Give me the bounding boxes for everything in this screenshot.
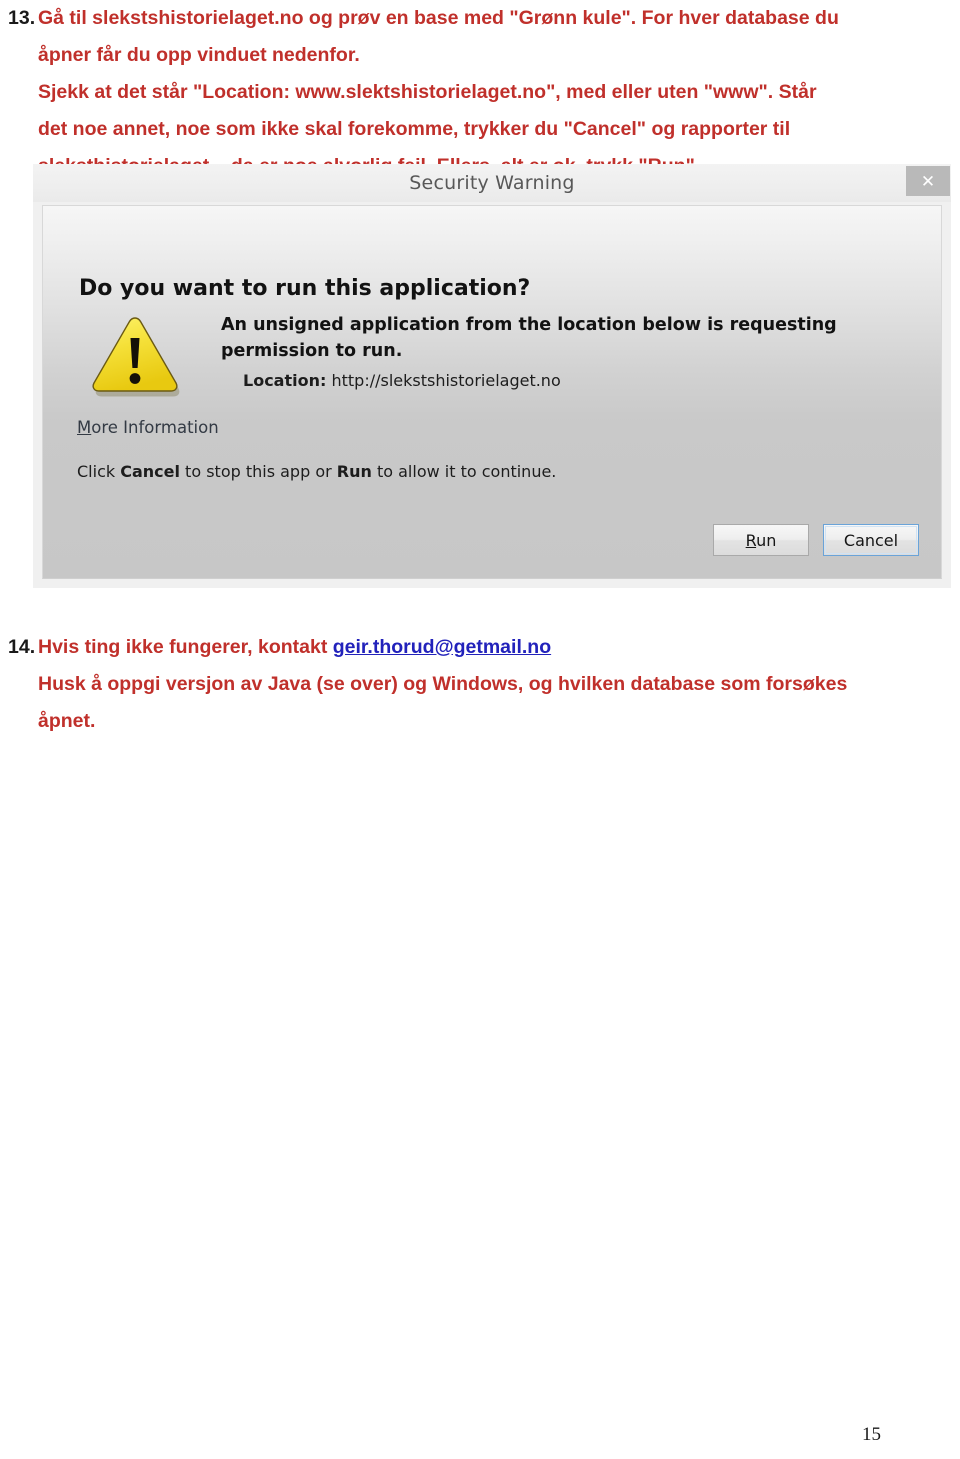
dialog-title-bar: Security Warning ✕ [33, 164, 951, 202]
more-information-link[interactable]: More Information [77, 418, 219, 437]
page-number: 15 [862, 1424, 881, 1445]
warning-triangle-icon [91, 314, 183, 398]
hint-part-1: Click [77, 462, 121, 481]
hint-bold-cancel: Cancel [120, 462, 180, 481]
step-13-line-4: det noe annet, noe som ikke skal forekom… [38, 118, 791, 140]
hint-part-3: to allow it to continue. [371, 462, 557, 481]
step-14-number: 14. [8, 636, 36, 658]
run-button-rest: un [756, 530, 777, 550]
step-13-line-3: Sjekk at det står "Location: www.slektsh… [38, 81, 817, 103]
step-13-number: 13. [8, 7, 36, 29]
step-14-line-2: Husk å oppgi versjon av Java (se over) o… [38, 673, 848, 695]
contact-email-link[interactable]: geir.thorud@getmail.no [333, 636, 551, 658]
dialog-content-panel: Do you want to run this application? An … [42, 205, 942, 579]
run-button[interactable]: Run [713, 524, 809, 556]
step-13-text: Gå til slekstshistorielaget.no og prøv e… [38, 0, 960, 185]
dialog-hint-text: Click Cancel to stop this app or Run to … [77, 462, 556, 481]
step-14-prefix: Hvis ting ikke fungerer, kontakt [38, 636, 333, 658]
dialog-location-row: Location: http://slekstshistorielaget.no [243, 371, 561, 390]
step-13-line-2: åpner får du opp vinduet nedenfor. [38, 44, 360, 66]
run-button-mnemonic: R [745, 530, 757, 550]
location-label: Location: [243, 371, 327, 390]
step-14-text: Hvis ting ikke fungerer, kontakt geir.th… [38, 629, 960, 740]
instruction-step-13: 13. Gå til slekstshistorielaget.no og pr… [0, 0, 960, 185]
security-warning-dialog: Security Warning ✕ Do you want to run th… [33, 164, 951, 588]
dialog-main-text: An unsigned application from the locatio… [221, 315, 837, 361]
close-icon[interactable]: ✕ [906, 166, 950, 196]
more-information-rest: ore Information [91, 418, 219, 437]
hint-part-2: to stop this app or [179, 462, 337, 481]
step-13-line-1: Gå til slekstshistorielaget.no og prøv e… [38, 7, 839, 29]
instruction-step-14: 14. Hvis ting ikke fungerer, kontakt gei… [0, 629, 960, 740]
dialog-button-row: Run Cancel [713, 524, 919, 556]
step-14-line-3: åpnet. [38, 710, 96, 732]
dialog-heading: Do you want to run this application? [79, 276, 531, 301]
more-information-mnemonic: M [77, 418, 92, 437]
location-value: http://slekstshistorielaget.no [331, 371, 561, 390]
hint-bold-run: Run [336, 462, 372, 481]
dialog-title: Security Warning [409, 172, 575, 194]
cancel-button[interactable]: Cancel [823, 524, 919, 556]
step-14-line-1: Hvis ting ikke fungerer, kontakt geir.th… [38, 629, 944, 666]
